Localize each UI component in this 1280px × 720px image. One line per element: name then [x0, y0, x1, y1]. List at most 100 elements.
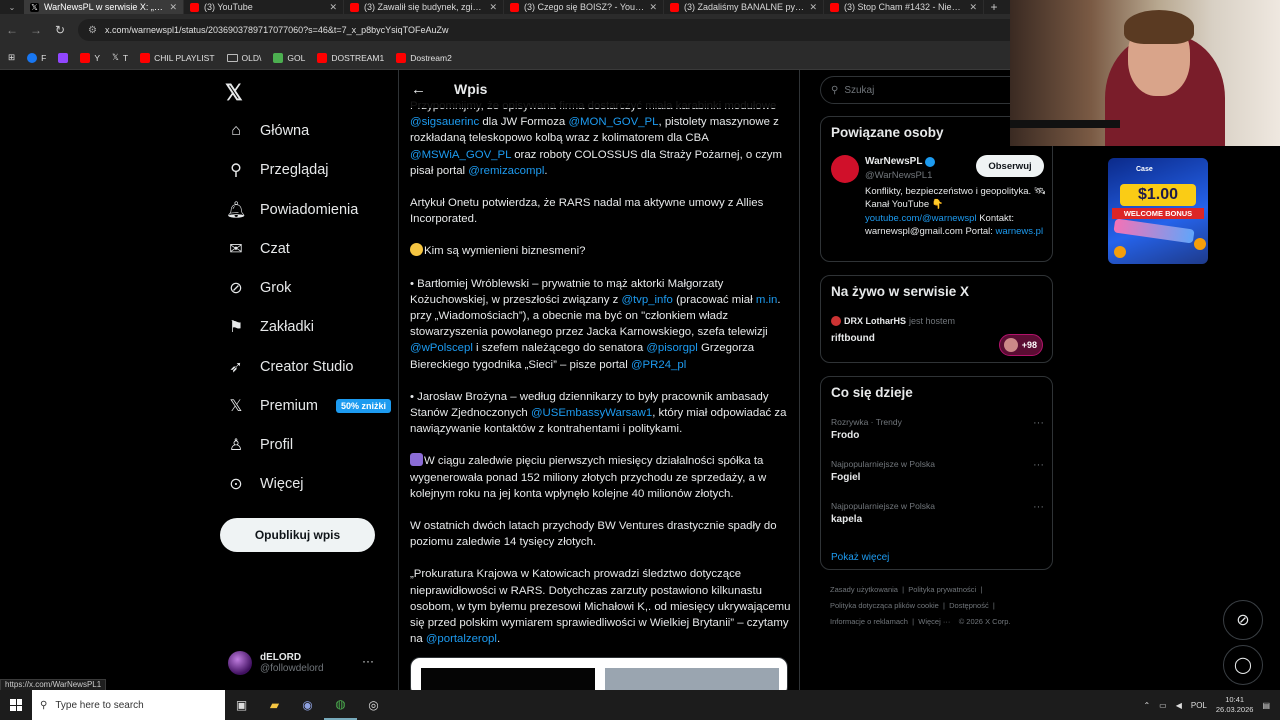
mention-link[interactable]: @wPolscepl [410, 342, 473, 354]
nav-item-profile[interactable]: ♙ Profil [226, 430, 293, 460]
tab-youtube[interactable]: (3) YouTube ✕ [184, 0, 344, 14]
post-button[interactable]: Opublikuj wpis [220, 518, 375, 552]
reload-icon[interactable]: ↻ [48, 23, 72, 37]
avatar[interactable] [831, 155, 859, 183]
clock-time: 10:41 [1225, 695, 1245, 704]
related-user-name[interactable]: WarNewsPL [865, 156, 936, 167]
mention-link[interactable]: @MSWiA_GOV_PL [410, 149, 511, 161]
more-dots-icon[interactable]: ··· [1033, 417, 1044, 429]
bookmark-dostream1[interactable]: DOSTREAM1 [317, 52, 384, 63]
link[interactable]: m.in [756, 294, 778, 306]
language-indicator[interactable]: POL [1191, 701, 1207, 710]
nav-item-more[interactable]: ⊙ Więcej [226, 469, 303, 499]
more-dots-icon[interactable]: ··· [1033, 501, 1044, 513]
close-icon[interactable]: ✕ [329, 2, 337, 13]
nav-item-grok[interactable]: ⊘ Grok [226, 273, 291, 303]
bio-link[interactable]: youtube.com/@warnewspl [865, 213, 977, 224]
bookmark-dostream2[interactable]: Dostream2 [396, 52, 452, 63]
account-switcher[interactable]: dELORD @followdelord ··· [228, 646, 388, 680]
footer-link[interactable]: Dostępność [949, 601, 989, 610]
grok-fab-button[interactable]: ⊘ [1223, 600, 1263, 640]
close-icon[interactable]: ✕ [969, 2, 977, 13]
bookmark-t[interactable]: 𝕏T [112, 52, 128, 63]
network-icon[interactable]: ▭ [1159, 701, 1167, 710]
close-icon[interactable]: ✕ [169, 2, 177, 13]
mention-link[interactable]: @sigsauerinc [410, 116, 479, 128]
bookmark-old[interactable]: OLD\ [226, 53, 261, 63]
start-button[interactable] [0, 690, 32, 720]
forward-arrow-icon[interactable]: → [24, 23, 48, 37]
nav-item-notifications[interactable]: 🔔︎ Powiadomienia [226, 195, 358, 225]
chrome-icon[interactable]: ◍ [324, 690, 357, 720]
nav-item-premium[interactable]: 𝕏 Premium 50% zniżki [226, 391, 392, 421]
nav-item-bookmarks[interactable]: ⚑ Zakładki [226, 312, 314, 342]
new-tab-button[interactable]: + [984, 0, 1004, 14]
mention-link[interactable]: @portalzeropl [426, 633, 497, 645]
bookmark-f[interactable]: F [27, 52, 46, 63]
taskbar-search[interactable]: ⚲ Type here to search [32, 690, 225, 720]
footer-link[interactable]: Więcej ··· [918, 617, 950, 626]
windows-taskbar: ⚲ Type here to search ▣ ▰ ◉ ◍ ◎ ⌃ ▭ ◀ PO… [0, 690, 1280, 720]
mention-link[interactable]: @MON_GOV_PL [568, 116, 658, 128]
notifications-icon[interactable]: ▤ [1262, 701, 1270, 710]
more-dots-icon[interactable]: ··· [1033, 459, 1044, 471]
show-more-link[interactable]: Pokaż więcej [831, 552, 889, 563]
nav-item-chat[interactable]: ✉ Czat [226, 234, 290, 264]
nav-item-label: Profil [260, 437, 294, 453]
tab-youtube-stopcham[interactable]: (3) Stop Cham #1432 - Niebezp ✕ [824, 0, 984, 14]
live-host: DRX LotharHS jest hostem [831, 316, 955, 326]
mention-link[interactable]: @pisorgpl [646, 342, 697, 354]
post-media[interactable] [410, 657, 788, 690]
trend-item[interactable]: Najpopularniejsze w Polska kapela ··· [831, 501, 1044, 525]
back-arrow-icon[interactable]: ← [411, 81, 426, 98]
tab-youtube-zawalil[interactable]: (3) Zawalił się budynek, zginęło ✕ [344, 0, 504, 14]
promo-ad[interactable]: Case $1.00 WELCOME BONUS [1108, 158, 1208, 264]
discord-icon[interactable]: ◉ [291, 690, 324, 720]
volume-icon[interactable]: ◀ [1176, 701, 1182, 710]
nav-item-label: Główna [260, 123, 310, 139]
bookmark-gol[interactable]: GOL [273, 52, 305, 63]
footer-link[interactable]: Informacje o reklamach [830, 617, 908, 626]
trend-item[interactable]: Rozrywka · Trendy Frodo ··· [831, 417, 1044, 441]
chevron-up-icon[interactable]: ⌃ [1143, 701, 1150, 710]
live-panel[interactable]: Na żywo w serwisie X DRX LotharHS jest ho… [820, 275, 1053, 363]
bio-link[interactable]: warnews.pl [996, 226, 1044, 237]
user-name: WarNewsPL [865, 156, 923, 167]
clock[interactable]: 10:41 26.03.2026 [1216, 695, 1254, 715]
address-bar[interactable]: ⚙ x.com/warnewspl1/status/20369037897170… [78, 19, 1078, 41]
site-info-icon[interactable]: ⚙ [88, 25, 97, 36]
tab-warnewspl[interactable]: 𝕏 WarNewsPL w serwisie X: „Plus ✕ [24, 0, 184, 14]
bookmark-twitch[interactable] [58, 52, 69, 63]
bookmark-y[interactable]: Y [80, 52, 100, 63]
follow-button[interactable]: Obserwuj [976, 155, 1044, 177]
footer-link[interactable]: Zasady użytkowania [830, 585, 898, 594]
chat-fab-button[interactable]: ◯ [1223, 645, 1263, 685]
account-name: dELORD [260, 652, 302, 663]
mention-link[interactable]: @tvp_info [621, 294, 672, 306]
trend-item[interactable]: Najpopularniejsze w Polska Fogiel ··· [831, 459, 1044, 483]
tab-youtube-banalne[interactable]: (3) Zadaliśmy BANALNE pytania ✕ [664, 0, 824, 14]
footer-link[interactable]: Polityka dotycząca plików cookie [830, 601, 939, 610]
nav-item-home[interactable]: ⌂ Główna [226, 116, 309, 146]
x-logo-icon[interactable]: 𝕏 [225, 80, 243, 106]
nav-item-creator-studio[interactable]: ➶ Creator Studio [226, 352, 353, 382]
back-arrow-icon[interactable]: ← [0, 23, 24, 37]
mention-link[interactable]: @USEmbassyWarsaw1 [531, 407, 652, 419]
tab-youtube-boisz[interactable]: (3) Czego się BOISZ? - YouTube ✕ [504, 0, 664, 14]
task-view-icon[interactable]: ▣ [225, 690, 258, 720]
mention-link[interactable]: @remizacompl [468, 165, 544, 177]
tab-search-icon[interactable]: ⌄ [0, 0, 24, 14]
more-dots-icon[interactable]: ··· [362, 654, 374, 668]
file-explorer-icon[interactable]: ▰ [258, 690, 291, 720]
apps-grid-icon[interactable]: ⊞ [8, 52, 15, 63]
close-icon[interactable]: ✕ [489, 2, 497, 13]
nav-item-explore[interactable]: ⚲ Przeglądaj [226, 155, 328, 185]
home-icon: ⌂ [231, 122, 241, 139]
close-icon[interactable]: ✕ [649, 2, 657, 13]
mention-link[interactable]: @PR24_pl [631, 359, 686, 371]
close-icon[interactable]: ✕ [809, 2, 817, 13]
host-suffix: jest hostem [909, 316, 956, 326]
obs-icon[interactable]: ◎ [357, 690, 390, 720]
bookmark-chil-playlist[interactable]: CHIL PLAYLIST [140, 52, 215, 63]
footer-link[interactable]: Polityka prywatności [908, 585, 976, 594]
